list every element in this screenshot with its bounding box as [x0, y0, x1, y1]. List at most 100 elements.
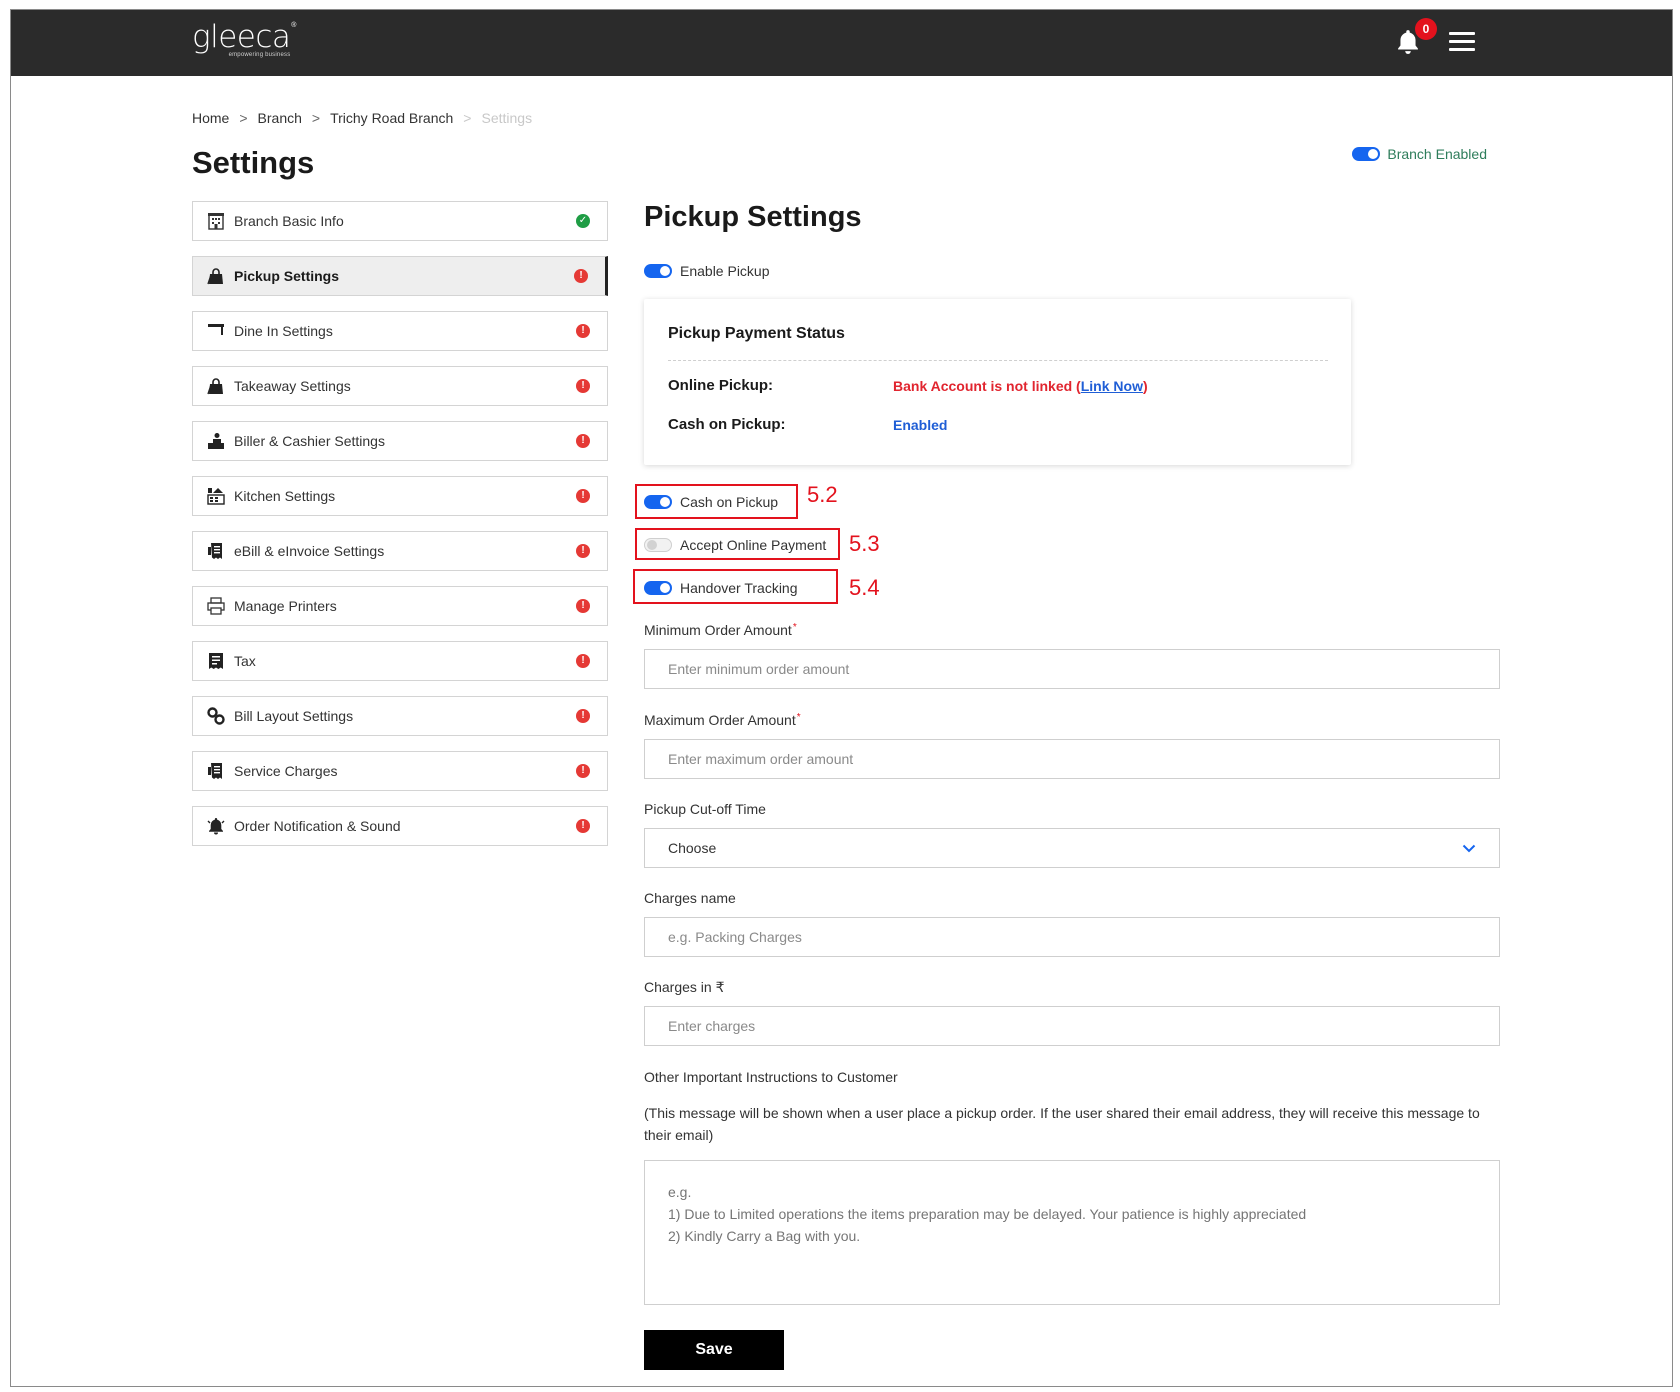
breadcrumb-separator: > [463, 110, 472, 126]
sidebar-item-takeaway-settings[interactable]: Takeaway Settings ! [192, 366, 608, 406]
tax-receipt-icon [206, 651, 226, 671]
printer-icon [206, 596, 226, 616]
bell-icon [206, 816, 226, 836]
payment-status-title: Pickup Payment Status [668, 325, 845, 342]
min-order-amount-input[interactable] [644, 649, 1500, 689]
branch-enabled-toggle[interactable] [1352, 147, 1381, 161]
charges-amount-label: Charges in ₹ [644, 979, 725, 995]
incomplete-status-icon: ! [576, 489, 590, 503]
save-button[interactable]: Save [644, 1330, 784, 1370]
accept-online-payment-label: Accept Online Payment [680, 537, 827, 553]
menu-icon-bar [1449, 32, 1475, 35]
incomplete-status-icon: ! [576, 709, 590, 723]
handover-tracking-toggle[interactable] [644, 581, 672, 595]
sidebar-item-ebill-einvoice-settings[interactable]: eBill & eInvoice Settings ! [192, 531, 608, 571]
incomplete-status-icon: ! [576, 324, 590, 338]
instructions-helper-text: (This message will be shown when a user … [644, 1105, 1480, 1143]
cash-on-pickup-option-label: Cash on Pickup [680, 494, 779, 510]
charges-name-label: Charges name [644, 890, 736, 906]
sidebar-item-pickup-settings[interactable]: Pickup Settings ! [192, 256, 608, 296]
accept-online-payment-row: Accept Online Payment [644, 537, 826, 553]
charges-amount-input[interactable] [644, 1006, 1500, 1046]
min-order-label: Minimum Order Amount* [644, 622, 797, 638]
required-mark: * [796, 712, 801, 723]
sidebar-item-bill-layout-settings[interactable]: Bill Layout Settings ! [192, 696, 608, 736]
sidebar-item-order-notification-sound[interactable]: Order Notification & Sound ! [192, 806, 608, 846]
incomplete-status-icon: ! [576, 654, 590, 668]
accept-online-payment-toggle[interactable] [644, 538, 672, 552]
sidebar-item-label: Manage Printers [234, 598, 337, 614]
cash-on-pickup-toggle[interactable] [644, 495, 672, 509]
breadcrumb-branch[interactable]: Branch [258, 110, 302, 126]
complete-status-icon: ✓ [576, 214, 590, 228]
sidebar-item-dine-in-settings[interactable]: Dine In Settings ! [192, 311, 608, 351]
hamburger-menu-button[interactable] [1449, 32, 1475, 54]
sidebar-item-service-charges[interactable]: Service Charges ! [192, 751, 608, 791]
app-window: gleeca ® empowering business 0 Home > Branc… [10, 9, 1673, 1387]
charges-name-input[interactable] [644, 917, 1500, 957]
online-pickup-status-text: Bank Account is not linked ( [893, 378, 1081, 394]
min-order-label-text: Minimum Order Amount [644, 622, 792, 638]
logo-registered-mark: ® [291, 22, 297, 29]
annotation-label-5-4: 5.4 [849, 575, 880, 600]
annotation-label-5-3: 5.3 [849, 531, 880, 556]
enable-pickup-label: Enable Pickup [680, 263, 770, 279]
instructions-label: Other Important Instructions to Customer [644, 1069, 898, 1085]
notification-count-badge: 0 [1415, 18, 1437, 40]
pickup-payment-status-card: Pickup Payment Status Online Pickup: Ban… [644, 299, 1351, 465]
settings-sidebar: Branch Basic Info ✓ Pickup Settings ! Di… [192, 201, 608, 861]
incomplete-status-icon: ! [576, 764, 590, 778]
handover-tracking-row: Handover Tracking [644, 580, 798, 596]
max-order-label-text: Maximum Order Amount [644, 712, 796, 728]
sidebar-item-kitchen-settings[interactable]: Kitchen Settings ! [192, 476, 608, 516]
gears-icon [206, 706, 226, 726]
logo-text: gleeca [192, 19, 291, 55]
menu-icon-bar [1449, 48, 1475, 51]
online-pickup-status-end: ) [1142, 378, 1148, 394]
incomplete-status-icon: ! [576, 599, 590, 613]
breadcrumb-separator: > [239, 110, 248, 126]
sidebar-item-label: Order Notification & Sound [234, 818, 401, 834]
sidebar-item-label: Dine In Settings [234, 323, 333, 339]
annotation-label-5-2: 5.2 [807, 482, 838, 507]
branch-enabled-toggle-row: Branch Enabled [1352, 146, 1487, 162]
takeaway-bag-icon [206, 376, 226, 396]
instructions-textarea[interactable] [644, 1160, 1500, 1305]
sidebar-item-biller-cashier-settings[interactable]: Biller & Cashier Settings ! [192, 421, 608, 461]
brand-logo[interactable]: gleeca ® empowering business [192, 18, 296, 58]
sidebar-item-label: Takeaway Settings [234, 378, 351, 394]
sidebar-item-branch-basic-info[interactable]: Branch Basic Info ✓ [192, 201, 608, 241]
notifications-button[interactable]: 0 [1395, 18, 1437, 58]
required-mark: * [792, 622, 797, 633]
cutoff-selected-value: Choose [668, 840, 717, 856]
page-title: Settings [192, 145, 315, 180]
breadcrumb-home[interactable]: Home [192, 110, 229, 126]
enable-pickup-row: Enable Pickup [644, 263, 770, 279]
breadcrumb: Home > Branch > Trichy Road Branch > Settings [192, 110, 532, 126]
pickup-cutoff-time-select[interactable]: Choose [644, 828, 1500, 868]
cash-on-pickup-row: Cash on Pickup [644, 494, 778, 510]
menu-icon-bar [1449, 40, 1475, 43]
table-icon [206, 321, 226, 341]
chevron-down-icon [1462, 844, 1476, 852]
building-icon [206, 211, 226, 231]
link-now-link[interactable]: Link Now [1081, 378, 1143, 394]
sidebar-item-label: Pickup Settings [234, 268, 340, 284]
sidebar-item-tax[interactable]: Tax ! [192, 641, 608, 681]
cash-on-pickup-status: Enabled [893, 417, 948, 433]
max-order-label: Maximum Order Amount* [644, 712, 801, 728]
breadcrumb-trichy-road-branch[interactable]: Trichy Road Branch [330, 110, 453, 126]
section-title: Pickup Settings [644, 201, 862, 233]
receipt-icon [206, 541, 226, 561]
sidebar-item-manage-printers[interactable]: Manage Printers ! [192, 586, 608, 626]
sidebar-item-label: Branch Basic Info [234, 213, 344, 229]
sidebar-item-label: Biller & Cashier Settings [234, 433, 385, 449]
sidebar-item-label: Bill Layout Settings [234, 708, 354, 724]
sidebar-item-label: eBill & eInvoice Settings [234, 543, 385, 559]
max-order-amount-input[interactable] [644, 739, 1500, 779]
enable-pickup-toggle[interactable] [644, 264, 672, 278]
online-pickup-status: Bank Account is not linked (Link Now) [893, 378, 1148, 394]
branch-enabled-label: Branch Enabled [1387, 146, 1487, 162]
incomplete-status-icon: ! [576, 544, 590, 558]
breadcrumb-separator: > [311, 110, 321, 126]
